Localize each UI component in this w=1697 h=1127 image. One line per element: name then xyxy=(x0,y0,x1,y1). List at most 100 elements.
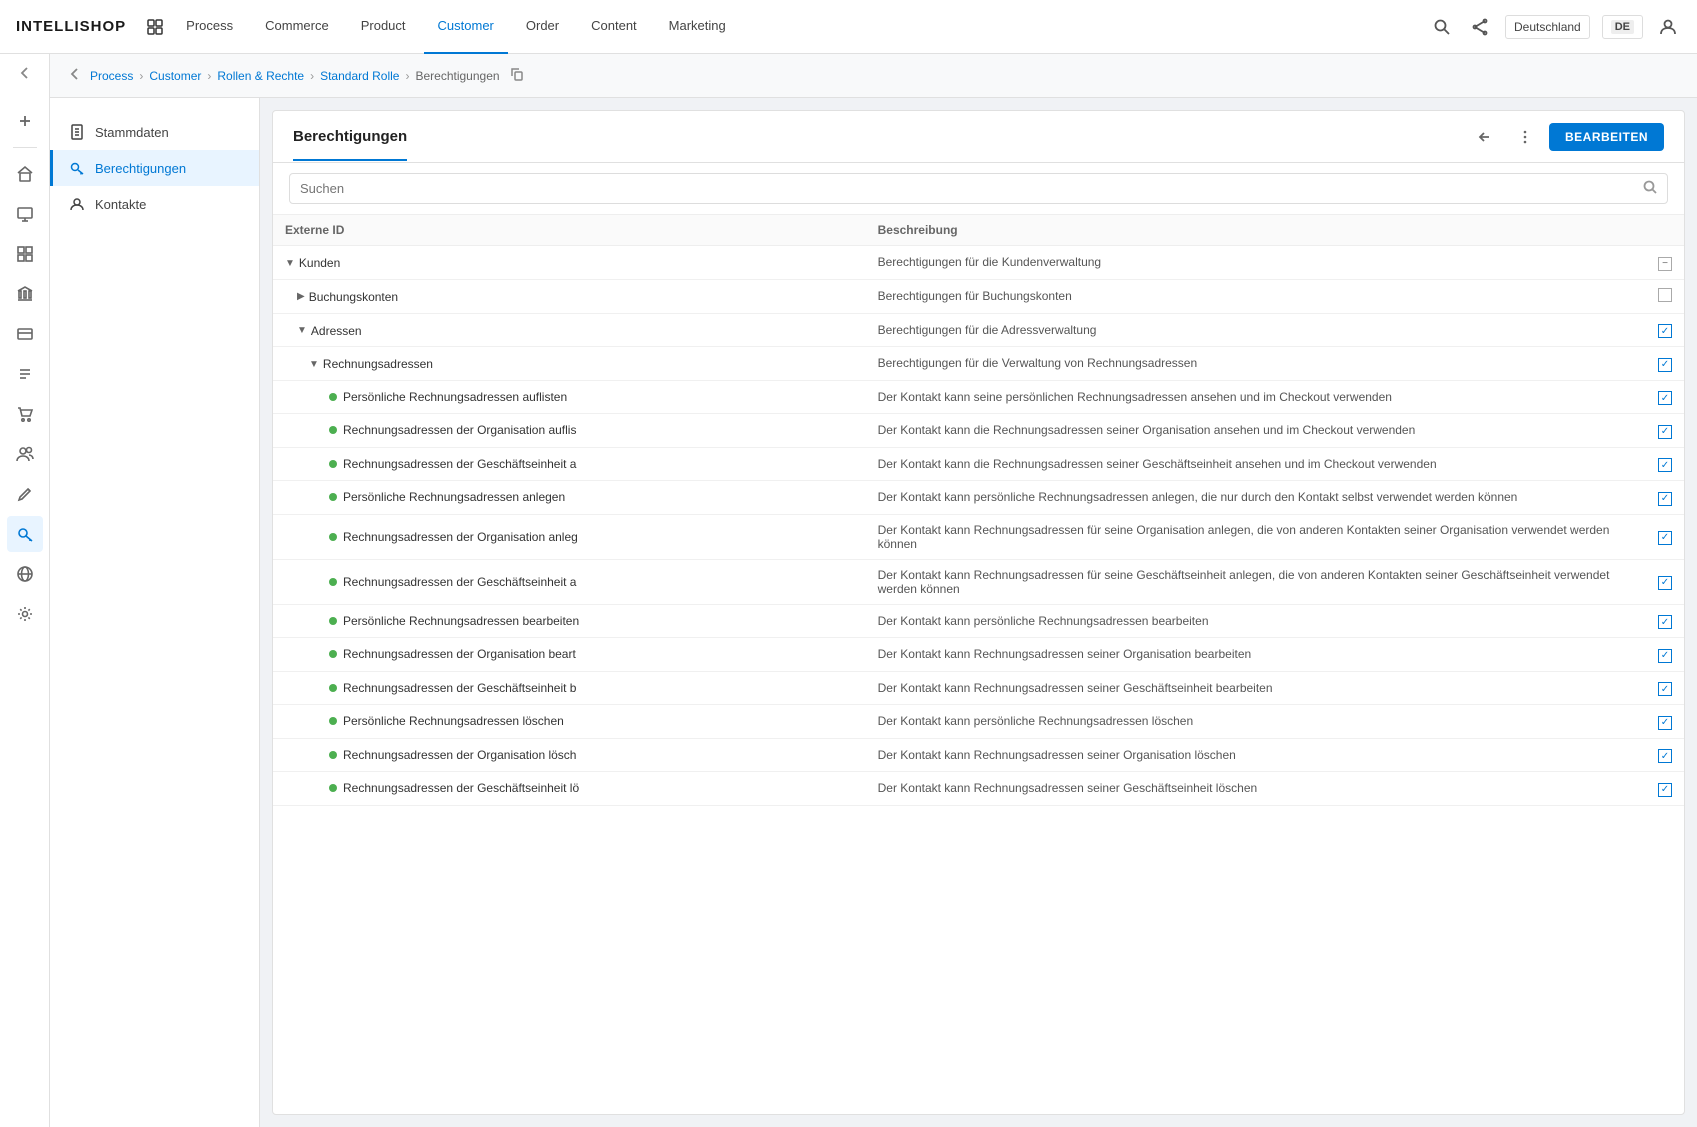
checkbox-checked[interactable] xyxy=(1658,615,1672,629)
sidebar-people-icon[interactable] xyxy=(7,436,43,472)
table-row: Persönliche Rechnungsadressen bearbeiten… xyxy=(273,604,1684,638)
checkbox-checked[interactable] xyxy=(1658,649,1672,663)
checkbox-checked[interactable] xyxy=(1658,682,1672,696)
table-row: Rechnungsadressen der Organisation beart… xyxy=(273,638,1684,672)
checkbox-checked[interactable] xyxy=(1658,531,1672,545)
checkbox-empty[interactable] xyxy=(1658,288,1672,302)
checkbox-cell[interactable] xyxy=(1644,313,1684,347)
checkbox-checked[interactable] xyxy=(1658,358,1672,372)
table-row: Persönliche Rechnungsadressen löschenDer… xyxy=(273,705,1684,739)
checkbox-cell[interactable] xyxy=(1644,772,1684,806)
nav-berechtigungen[interactable]: Berechtigungen xyxy=(50,150,259,186)
checkbox-checked[interactable] xyxy=(1658,425,1672,439)
checkbox-cell[interactable] xyxy=(1644,347,1684,381)
nav-product[interactable]: Product xyxy=(347,0,420,54)
breadcrumb-process[interactable]: Process xyxy=(90,69,133,83)
checkbox-checked[interactable] xyxy=(1658,783,1672,797)
lang-code: DE xyxy=(1611,20,1634,34)
checkbox-cell[interactable] xyxy=(1644,246,1684,280)
search-input[interactable] xyxy=(300,181,1643,196)
nav-order[interactable]: Order xyxy=(512,0,573,54)
checkbox-cell[interactable] xyxy=(1644,447,1684,481)
copy-icon[interactable] xyxy=(510,67,524,84)
sidebar-add-icon[interactable] xyxy=(7,103,43,139)
nav-stammdaten-label: Stammdaten xyxy=(95,125,169,140)
more-options-button[interactable] xyxy=(1509,121,1541,153)
sidebar-cart-icon[interactable] xyxy=(7,396,43,432)
breadcrumb-sep-4: › xyxy=(405,69,409,83)
checkbox-cell[interactable] xyxy=(1644,514,1684,559)
nav-commerce[interactable]: Commerce xyxy=(251,0,343,54)
table-row: ▶BuchungskontenBerechtigungen für Buchun… xyxy=(273,279,1684,313)
sidebar-key-icon[interactable] xyxy=(7,516,43,552)
sidebar-home-icon[interactable] xyxy=(7,156,43,192)
table-row: Rechnungsadressen der Organisation lösch… xyxy=(273,738,1684,772)
sidebar-settings-icon[interactable] xyxy=(7,596,43,632)
checkbox-checked[interactable] xyxy=(1658,492,1672,506)
nav-customer[interactable]: Customer xyxy=(424,0,508,54)
edit-button[interactable]: BEARBEITEN xyxy=(1549,123,1664,151)
language-selector[interactable]: Deutschland xyxy=(1505,15,1590,39)
panel-header: Berechtigungen BEARBEITEN xyxy=(273,111,1684,163)
sidebar-card-icon[interactable] xyxy=(7,316,43,352)
top-navigation: INTELLISHOP Process Commerce Product Cus… xyxy=(0,0,1697,54)
checkbox-checked[interactable] xyxy=(1658,324,1672,338)
breadcrumb-back[interactable] xyxy=(66,65,84,86)
checkbox-checked[interactable] xyxy=(1658,716,1672,730)
checkbox-cell[interactable] xyxy=(1644,279,1684,313)
checkbox-cell[interactable] xyxy=(1644,671,1684,705)
breadcrumb-current: Berechtigungen xyxy=(415,69,499,83)
nav-kontakte-label: Kontakte xyxy=(95,197,146,212)
nav-marketing[interactable]: Marketing xyxy=(655,0,740,54)
col-description: Beschreibung xyxy=(866,215,1644,246)
sidebar-bank-icon[interactable] xyxy=(7,276,43,312)
table-row: Rechnungsadressen der Geschäftseinheit l… xyxy=(273,772,1684,806)
nav-kontakte[interactable]: Kontakte xyxy=(50,186,259,222)
table-row: Rechnungsadressen der Geschäftseinheit b… xyxy=(273,671,1684,705)
sidebar-grid-icon[interactable] xyxy=(7,236,43,272)
checkbox-checked[interactable] xyxy=(1658,576,1672,590)
table-row: Rechnungsadressen der Geschäftseinheit a… xyxy=(273,447,1684,481)
sidebar-pen-icon[interactable] xyxy=(7,476,43,512)
table-row: Persönliche Rechnungsadressen auflistenD… xyxy=(273,380,1684,414)
sidebar-globe-icon[interactable] xyxy=(7,556,43,592)
nav-content[interactable]: Content xyxy=(577,0,651,54)
share-icon[interactable] xyxy=(1467,14,1493,40)
nav-process[interactable]: Process xyxy=(172,0,247,54)
breadcrumb-sep-3: › xyxy=(310,69,314,83)
checkbox-checked[interactable] xyxy=(1658,391,1672,405)
checkbox-cell[interactable] xyxy=(1644,414,1684,448)
checkbox-checked[interactable] xyxy=(1658,458,1672,472)
logo: INTELLISHOP xyxy=(16,18,126,35)
back-arrow-button[interactable] xyxy=(1469,121,1501,153)
breadcrumb-customer[interactable]: Customer xyxy=(149,69,201,83)
checkbox-cell[interactable] xyxy=(1644,638,1684,672)
checkbox-cell[interactable] xyxy=(1644,604,1684,638)
breadcrumb-standard[interactable]: Standard Rolle xyxy=(320,69,399,83)
sidebar-monitor-icon[interactable] xyxy=(7,196,43,232)
key-icon xyxy=(69,160,85,176)
grid-icon[interactable] xyxy=(146,18,164,36)
checkbox-cell[interactable] xyxy=(1644,738,1684,772)
checkbox-cell[interactable] xyxy=(1644,705,1684,739)
checkbox-cell[interactable] xyxy=(1644,380,1684,414)
search-icon xyxy=(1643,180,1657,197)
breadcrumb-rollen[interactable]: Rollen & Rechte xyxy=(217,69,304,83)
breadcrumb-sep-1: › xyxy=(139,69,143,83)
table-row: Rechnungsadressen der Organisation anleg… xyxy=(273,514,1684,559)
search-bar xyxy=(289,173,1668,204)
search-icon[interactable] xyxy=(1429,14,1455,40)
table-row: ▼RechnungsadressenBerechtigungen für die… xyxy=(273,347,1684,381)
sidebar-list-icon[interactable] xyxy=(7,356,43,392)
panel-title: Berechtigungen xyxy=(293,114,407,161)
checkbox-minus[interactable] xyxy=(1658,257,1672,271)
checkbox-cell[interactable] xyxy=(1644,559,1684,604)
user-icon[interactable] xyxy=(1655,14,1681,40)
breadcrumb: Process › Customer › Rollen & Rechte › S… xyxy=(50,54,1697,98)
main-area: Stammdaten Berechtigungen Kontakte Berec… xyxy=(50,98,1697,1127)
nav-stammdaten[interactable]: Stammdaten xyxy=(50,114,259,150)
sidebar-toggle[interactable] xyxy=(14,62,36,87)
lang-code-badge[interactable]: DE xyxy=(1602,15,1643,39)
checkbox-checked[interactable] xyxy=(1658,749,1672,763)
checkbox-cell[interactable] xyxy=(1644,481,1684,515)
